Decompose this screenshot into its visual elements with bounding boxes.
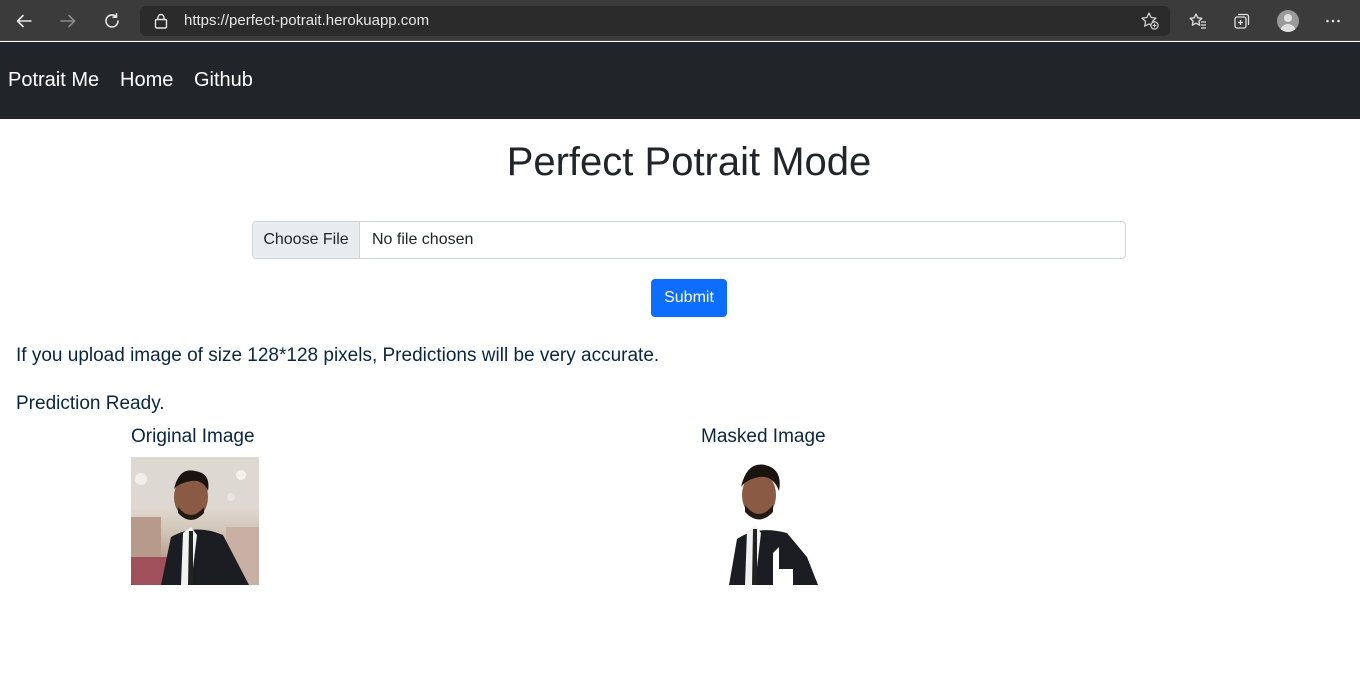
browser-toolbar: https://perfect-potrait.herokuapp.com bbox=[0, 0, 1360, 41]
back-arrow-icon[interactable] bbox=[11, 8, 37, 34]
lock-icon[interactable] bbox=[154, 13, 168, 29]
favorites-icon[interactable] bbox=[1186, 9, 1210, 33]
submit-button[interactable]: Submit bbox=[651, 279, 727, 317]
masked-image-caption: Masked Image bbox=[701, 426, 826, 447]
file-status-text: No file chosen bbox=[372, 231, 474, 248]
original-image-caption: Original Image bbox=[131, 426, 255, 447]
masked-image bbox=[701, 457, 829, 585]
file-upload-input[interactable]: Choose File No file chosen bbox=[252, 221, 1126, 259]
url-text[interactable]: https://perfect-potrait.herokuapp.com bbox=[184, 6, 429, 36]
page-title: Perfect Potrait Mode bbox=[506, 140, 872, 184]
nav-link-github[interactable]: Github bbox=[194, 42, 253, 119]
original-portrait-graphic bbox=[131, 457, 259, 585]
forward-arrow-icon[interactable] bbox=[55, 8, 81, 34]
nav-link-home[interactable]: Home bbox=[120, 42, 173, 119]
profile-avatar[interactable] bbox=[1277, 10, 1299, 32]
refresh-icon[interactable] bbox=[99, 8, 125, 34]
original-image bbox=[131, 457, 259, 585]
choose-file-button[interactable]: Choose File bbox=[253, 222, 360, 258]
masked-portrait-graphic bbox=[729, 464, 818, 585]
avatar-body-shape bbox=[1280, 24, 1296, 32]
avatar-head-shape bbox=[1284, 14, 1292, 22]
navbar-brand[interactable]: Potrait Me bbox=[8, 42, 99, 119]
add-favorite-icon[interactable] bbox=[1140, 11, 1160, 31]
address-bar[interactable]: https://perfect-potrait.herokuapp.com bbox=[140, 6, 1170, 36]
more-options-icon[interactable] bbox=[1321, 9, 1345, 33]
app-navbar: Potrait Me Home Github bbox=[0, 42, 1360, 119]
collections-icon[interactable] bbox=[1230, 9, 1254, 33]
size-hint-text: If you upload image of size 128*128 pixe… bbox=[16, 345, 660, 366]
prediction-status: Prediction Ready. bbox=[16, 393, 165, 414]
